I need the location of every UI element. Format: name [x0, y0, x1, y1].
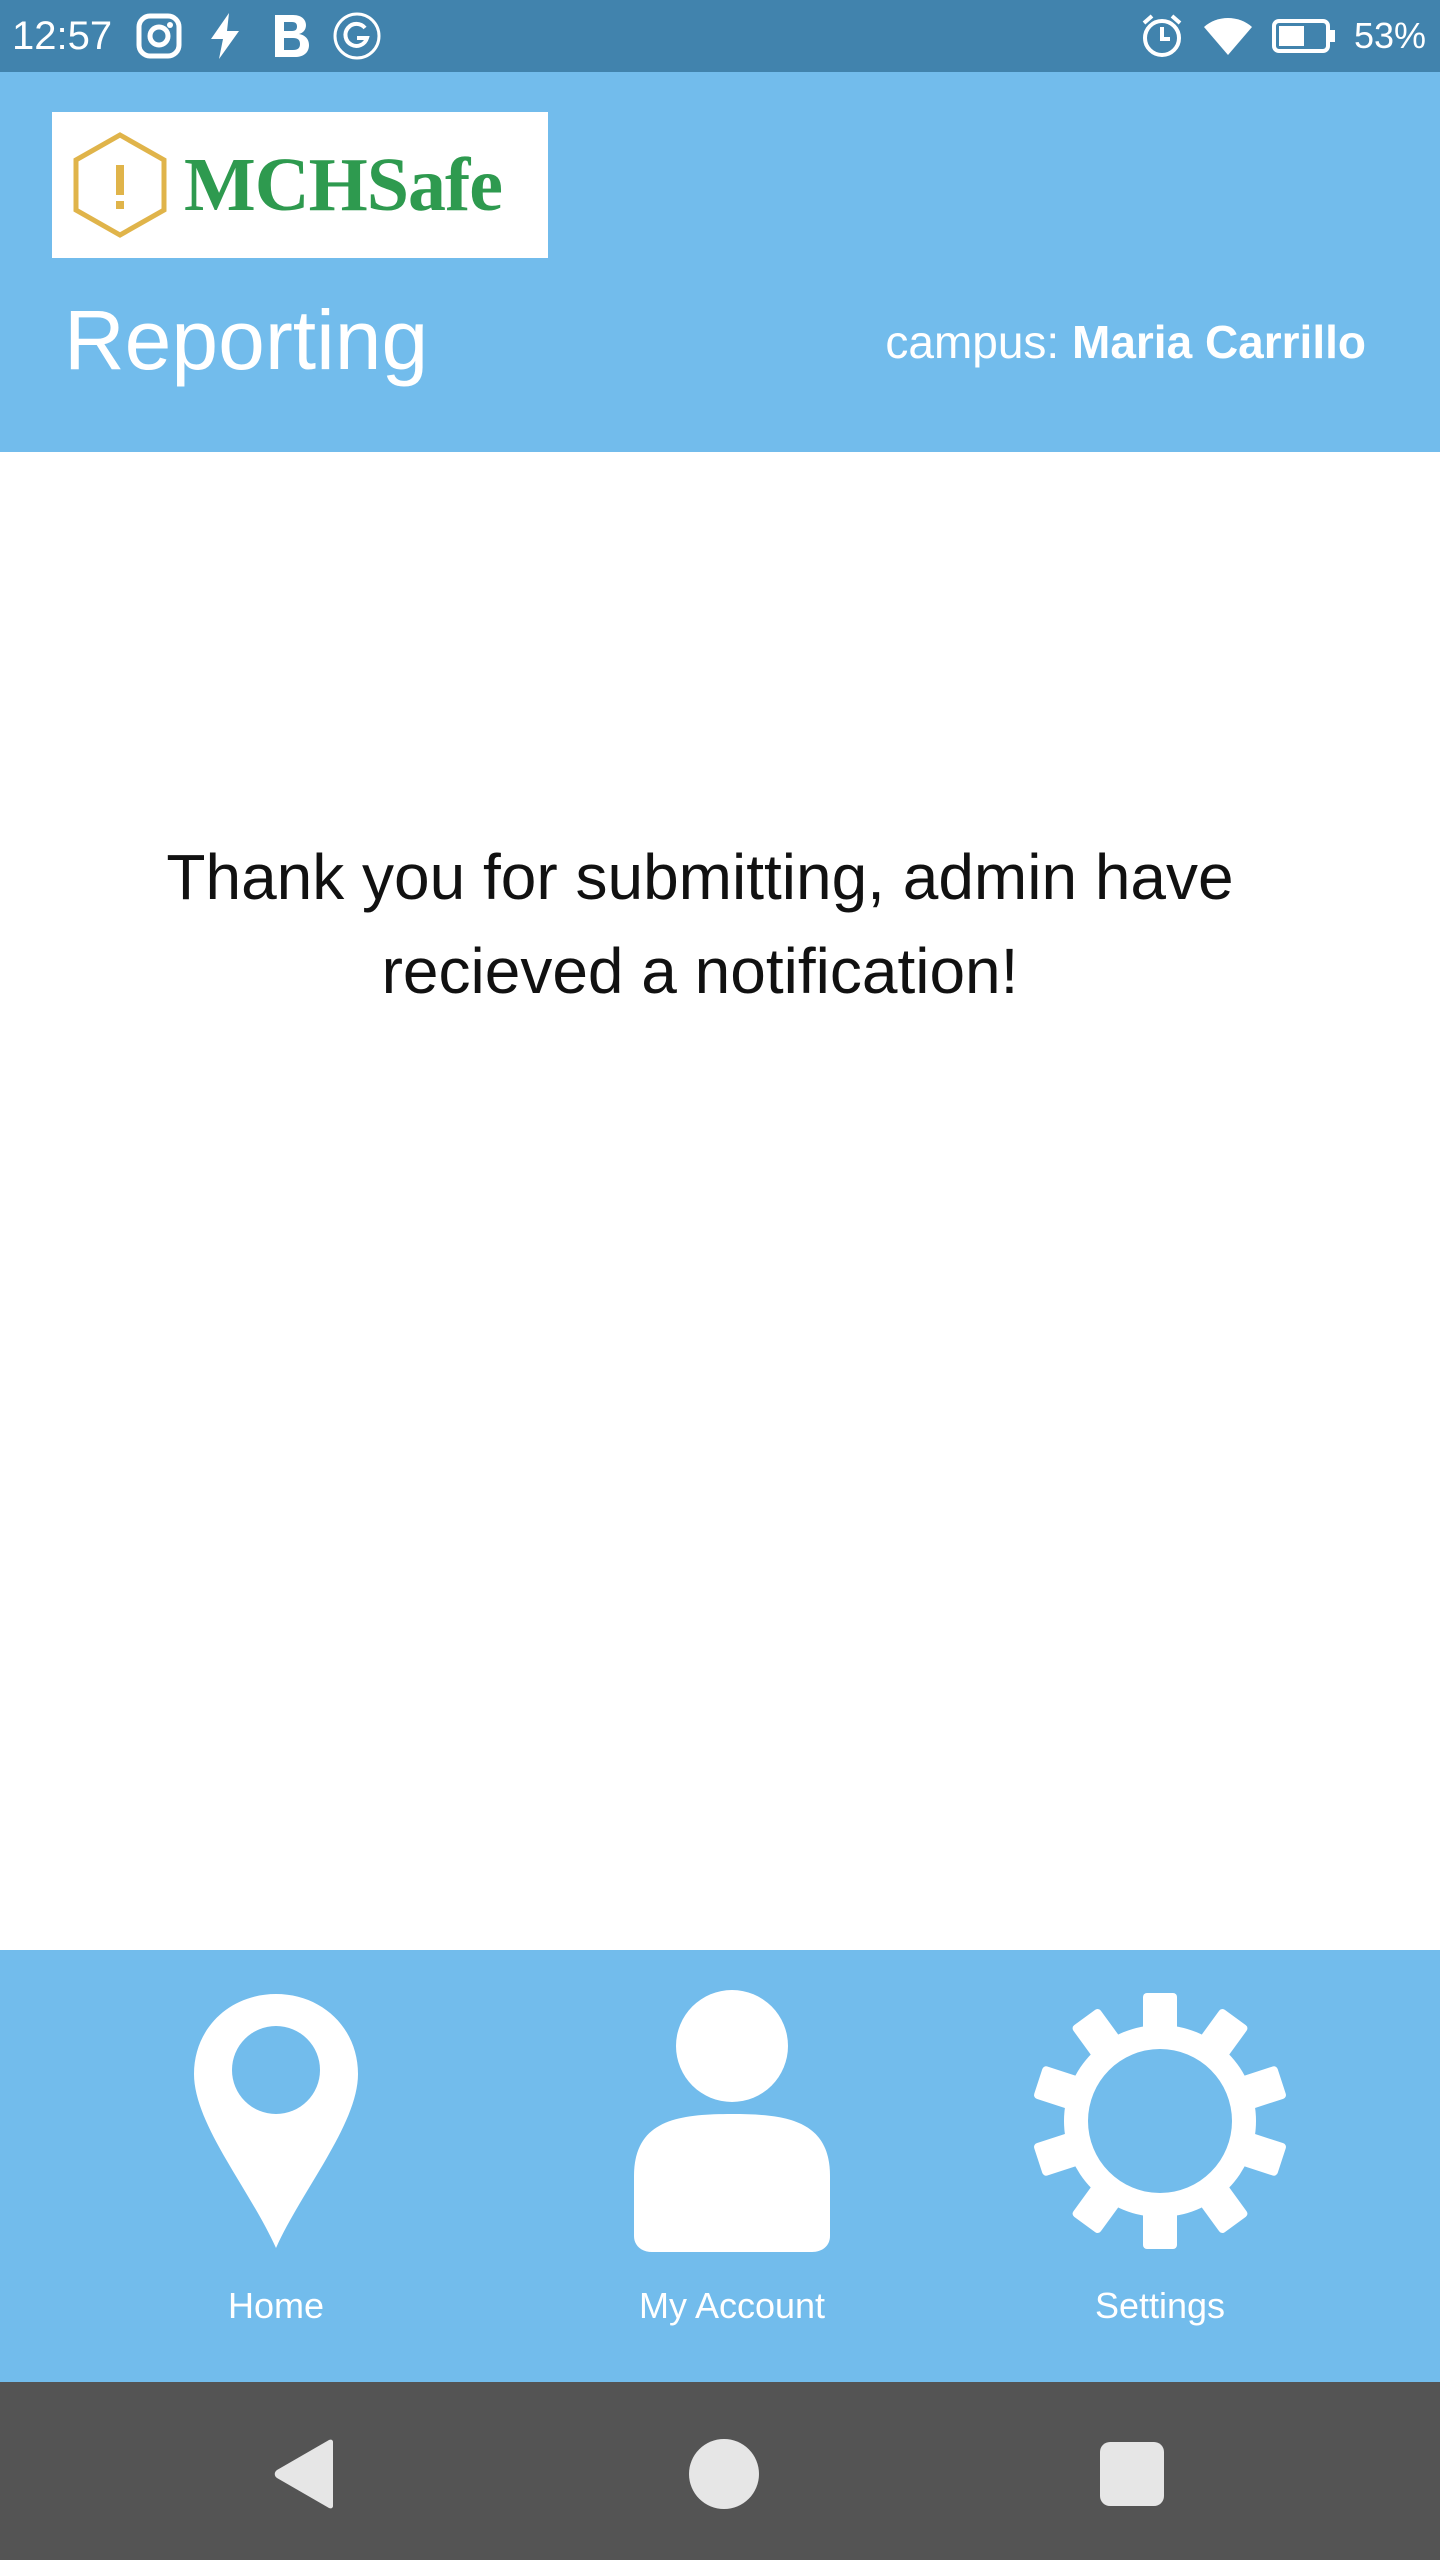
- instagram-icon: [132, 10, 186, 62]
- system-nav-bar: [0, 2382, 1440, 2560]
- user-icon: [634, 1990, 830, 2252]
- flash-icon: [198, 10, 252, 62]
- tab-label-home: Home: [227, 2285, 325, 2326]
- b-icon: [264, 10, 318, 62]
- alarm-icon: [1140, 10, 1184, 62]
- status-bar: 12:57 53%: [0, 0, 1440, 72]
- battery-percent: 53%: [1353, 15, 1426, 56]
- g-icon: [330, 10, 384, 62]
- wifi-icon: [1202, 10, 1254, 62]
- recents-button[interactable]: [1092, 2434, 1172, 2514]
- gear-icon: [1034, 1993, 1286, 2249]
- app-header: MCHSafe Reporting campus: Maria Carrillo: [0, 72, 1440, 452]
- page-title: Reporting: [64, 293, 429, 387]
- tab-label-settings: Settings: [1094, 2285, 1226, 2326]
- tab-settings[interactable]: Settings: [1010, 1950, 1310, 2382]
- app-screen: 12:57 53% MCHSafe Reporting campus: Mari…: [0, 0, 1440, 2560]
- campus-name: Maria Carrillo: [1072, 316, 1366, 368]
- campus-label: campus:: [885, 316, 1060, 368]
- hexagon-alert-icon: [73, 132, 167, 238]
- tab-home[interactable]: Home: [176, 1950, 376, 2382]
- tab-label-my-account: My Account: [638, 2285, 826, 2326]
- status-time: 12:57: [12, 14, 113, 58]
- confirmation-message: Thank you for submitting, admin have rec…: [166, 841, 1234, 1007]
- back-button[interactable]: [266, 2434, 346, 2514]
- battery-icon: [1271, 10, 1336, 62]
- campus-info: campus: Maria Carrillo: [885, 312, 1366, 372]
- tab-my-account[interactable]: My Account: [612, 1950, 852, 2382]
- notification-icons: [132, 10, 384, 62]
- back-icon: [274, 2439, 333, 2509]
- logo-text: MCHSafe: [184, 142, 503, 227]
- logo: MCHSafe: [52, 112, 548, 258]
- location-pin-icon: [194, 1994, 358, 2248]
- recents-square-icon: [1100, 2442, 1164, 2506]
- home-button[interactable]: [684, 2434, 764, 2514]
- home-circle-icon: [689, 2439, 759, 2509]
- system-icons: 53%: [1140, 10, 1426, 62]
- bottom-tab-bar: Home My Account Settings: [0, 1950, 1440, 2382]
